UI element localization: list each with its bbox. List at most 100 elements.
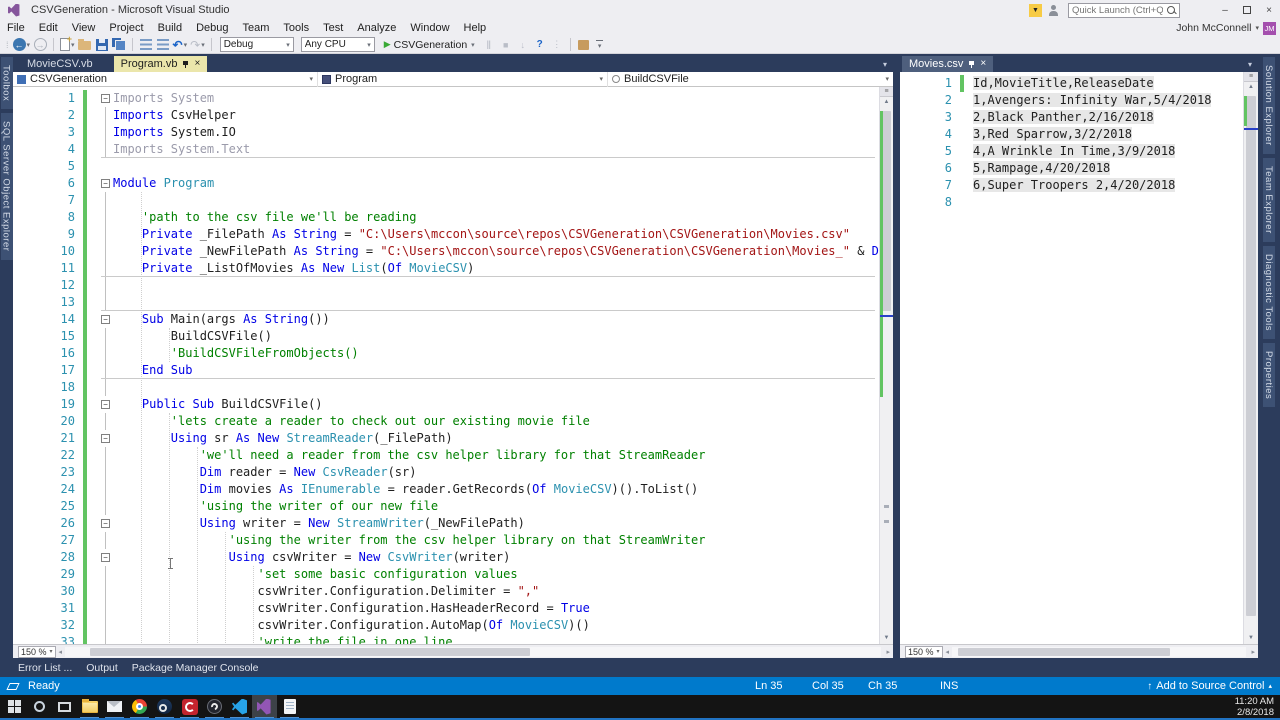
scrollbar-thumb[interactable] [1246, 96, 1256, 616]
scroll-right-button[interactable]: ▸ [1248, 648, 1258, 656]
undo-button[interactable]: ↶ ▾ [173, 37, 188, 53]
search-icon[interactable] [27, 695, 52, 718]
start-debugging-button[interactable]: ▶ CSVGeneration ▾ [380, 37, 479, 53]
screen-recorder-icon[interactable] [177, 695, 202, 719]
breadcrumb-member-dropdown[interactable]: BuildCSVFile ▾ [608, 72, 893, 87]
navigate-forward-in-text-button[interactable] [156, 37, 170, 53]
horizontal-scrollbar[interactable] [952, 646, 1247, 657]
horizontal-scrollbar[interactable] [65, 646, 882, 657]
open-file-button[interactable] [78, 37, 92, 53]
fold-collapse-button[interactable]: − [101, 434, 110, 443]
menu-debug[interactable]: Debug [189, 21, 235, 35]
pin-icon[interactable] [182, 60, 189, 69]
scroll-down-button[interactable]: ▼ [880, 633, 893, 644]
step-over-button[interactable]: ? [533, 37, 547, 53]
scroll-down-button[interactable]: ▼ [1244, 633, 1258, 644]
menu-build[interactable]: Build [151, 21, 189, 35]
scroll-up-button[interactable]: ▲ [880, 97, 893, 108]
vertical-scrollbar[interactable]: ≡ ▲ ▼ [879, 87, 893, 644]
menu-analyze[interactable]: Analyze [350, 21, 403, 35]
side-tab-toolbox[interactable]: Toolbox [0, 57, 13, 110]
task-view-icon[interactable] [52, 695, 77, 718]
visual-studio-icon[interactable] [252, 695, 277, 719]
avatar[interactable]: JM [1263, 21, 1276, 35]
splitter-handle[interactable]: ≡ [1244, 72, 1258, 82]
code-editor-surface[interactable]: 1− Imports System 2 Imports CsvHelper 3 Impor… [13, 87, 893, 644]
document-list-dropdown[interactable]: ▾ [1248, 60, 1252, 69]
fold-collapse-button[interactable]: − [101, 94, 110, 103]
menu-edit[interactable]: Edit [32, 21, 65, 35]
dock-tab-output[interactable]: Output [86, 662, 118, 674]
start-icon[interactable] [2, 695, 27, 718]
document-list-dropdown[interactable]: ▾ [883, 60, 887, 69]
side-tab-sql-server-object-explorer[interactable]: SQL Server Object Explorer [0, 113, 13, 260]
stop-button[interactable]: ■ [499, 37, 513, 53]
find-in-files-button[interactable] [577, 37, 591, 53]
vscode-icon[interactable] [227, 695, 252, 719]
quick-launch-input[interactable] [1069, 4, 1166, 16]
add-to-source-control-button[interactable]: ↑ Add to Source Control ▴ [1147, 677, 1272, 695]
csv-editor-surface[interactable]: 1 Id,MovieTitle,ReleaseDate 2 1,Avengers: I… [900, 72, 1258, 644]
file-explorer-icon[interactable] [77, 695, 102, 719]
user-account[interactable]: John McConnell ▾ JM [1176, 20, 1276, 36]
menu-project[interactable]: Project [102, 21, 150, 35]
notifications-icon[interactable]: ▼ [1029, 3, 1042, 17]
toolbar-grip[interactable]: ⁞ [6, 40, 8, 50]
splitter-handle[interactable]: ≡ [880, 87, 893, 97]
toolbar-overflow-button[interactable]: ▾ [595, 39, 603, 50]
close-tab-icon[interactable]: × [980, 59, 986, 69]
zoom-level-dropdown[interactable]: 150 % ▾ [18, 645, 56, 658]
close-tab-icon[interactable]: × [194, 59, 200, 69]
solution-platform-dropdown[interactable]: Any CPU ▾ [300, 37, 375, 52]
fold-collapse-button[interactable]: − [101, 179, 110, 188]
breadcrumb-project-dropdown[interactable]: CSVGeneration ▾ [13, 71, 318, 87]
background-tasks-icon[interactable] [6, 677, 20, 695]
csv-lines[interactable]: 1 Id,MovieTitle,ReleaseDate 2 1,Avengers: I… [900, 72, 1243, 644]
scrollbar-thumb[interactable] [957, 647, 1170, 656]
menu-view[interactable]: View [65, 21, 103, 35]
fold-collapse-button[interactable]: − [101, 553, 110, 562]
scroll-up-button[interactable]: ▲ [1244, 82, 1258, 93]
side-tab-solution-explorer[interactable]: Solution Explorer [1263, 57, 1275, 154]
zoom-level-dropdown[interactable]: 150 % ▾ [905, 645, 943, 658]
menu-test[interactable]: Test [316, 21, 350, 35]
taskbar-clock[interactable]: 11:20 AM 2/8/2018 [1235, 696, 1274, 718]
save-button[interactable] [95, 37, 109, 53]
navigate-back-button[interactable]: ← ▾ [12, 37, 30, 53]
side-tab-diagnostic-tools[interactable]: Diagnostic Tools [1263, 245, 1275, 339]
side-tab-team-explorer[interactable]: Team Explorer [1263, 157, 1275, 242]
pane-splitter[interactable] [893, 54, 900, 658]
menu-help[interactable]: Help [457, 21, 494, 35]
code-lines[interactable]: 1− Imports System 2 Imports CsvHelper 3 Impor… [13, 87, 879, 644]
new-project-button[interactable]: ▾ [60, 34, 75, 53]
redo-button[interactable]: ↷ ▾ [190, 37, 205, 53]
tab-program-vb[interactable]: Program.vb × [113, 56, 208, 72]
menu-file[interactable]: File [0, 21, 32, 35]
close-button[interactable]: × [1258, 1, 1280, 19]
notepad-icon[interactable] [277, 695, 302, 719]
menu-tools[interactable]: Tools [276, 21, 316, 35]
fold-collapse-button[interactable]: − [101, 400, 110, 409]
scrollbar-thumb[interactable] [89, 647, 531, 656]
side-tab-properties[interactable]: Properties [1263, 342, 1275, 407]
fold-collapse-button[interactable]: − [101, 519, 110, 528]
steam-icon[interactable] [152, 695, 177, 719]
solution-configuration-dropdown[interactable]: Debug ▾ [219, 37, 294, 52]
dock-tab-error-list-[interactable]: Error List ... [18, 662, 72, 674]
scroll-left-button[interactable]: ◂ [943, 648, 953, 656]
step-into-button[interactable]: ↓ [516, 37, 530, 53]
obs-studio-icon[interactable] [202, 695, 227, 719]
scroll-left-button[interactable]: ◂ [56, 648, 66, 656]
navigate-backward-in-text-button[interactable] [139, 37, 153, 53]
chrome-icon[interactable] [127, 695, 152, 719]
breadcrumb-type-dropdown[interactable]: Program ▾ [318, 71, 608, 87]
pin-icon[interactable] [968, 60, 975, 69]
fold-collapse-button[interactable]: − [101, 315, 110, 324]
tab-moviecsv-vb[interactable]: MovieCSV.vb [20, 56, 100, 72]
minimize-button[interactable]: – [1214, 1, 1236, 19]
menu-team[interactable]: Team [236, 21, 277, 35]
dock-tab-package-manager-console[interactable]: Package Manager Console [132, 662, 259, 674]
scrollbar-thumb[interactable] [882, 111, 891, 311]
tab-movies-csv[interactable]: Movies.csv × [902, 56, 994, 72]
more-debug-button[interactable]: ⋮ [550, 37, 564, 53]
